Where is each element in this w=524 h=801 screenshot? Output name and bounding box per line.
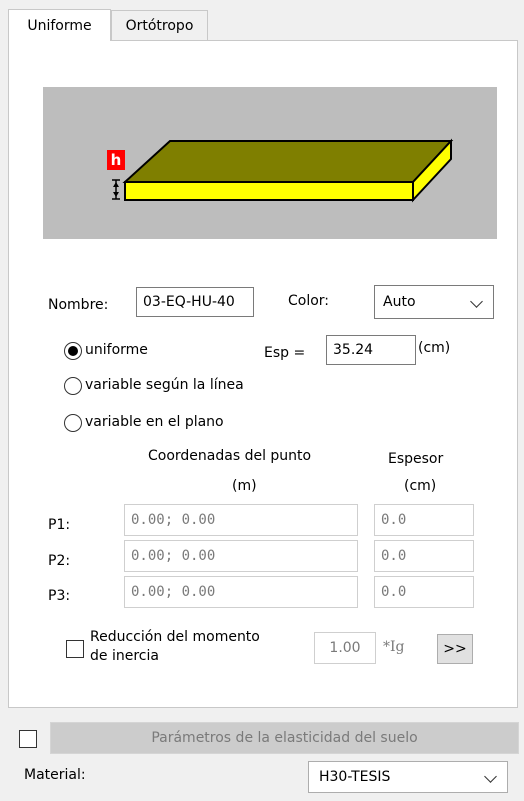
slab-preview: h bbox=[43, 87, 497, 239]
point-thickness-input[interactable]: 0.0 bbox=[374, 576, 474, 608]
esp-input[interactable]: 35.24 bbox=[326, 335, 416, 365]
radio-variable-plano-label[interactable]: variable en el plano bbox=[85, 414, 224, 430]
reduccion-checkbox[interactable] bbox=[66, 640, 84, 658]
chevron-down-icon bbox=[470, 295, 483, 308]
point-coord-input[interactable]: 0.00; 0.00 bbox=[124, 504, 358, 536]
chevron-down-icon bbox=[484, 770, 497, 783]
radio-variable-linea-label[interactable]: variable según la línea bbox=[85, 377, 244, 393]
material-select-value: H30-TESIS bbox=[319, 769, 391, 785]
suelo-checkbox[interactable] bbox=[19, 730, 37, 748]
color-label: Color: bbox=[288, 293, 330, 309]
thickness-unit-header: (cm) bbox=[404, 478, 437, 494]
thickness-h-label: h bbox=[107, 150, 125, 170]
point-coord-input[interactable]: 0.00; 0.00 bbox=[124, 576, 358, 608]
reduccion-value-input[interactable]: 1.00 bbox=[314, 632, 376, 664]
color-select[interactable]: Auto bbox=[374, 285, 494, 319]
point-thickness-input[interactable]: 0.0 bbox=[374, 540, 474, 572]
reduccion-unit: *Ig bbox=[383, 639, 405, 655]
radio-uniforme-label[interactable]: uniforme bbox=[85, 342, 148, 358]
reduccion-label-line1: Reducción del momento bbox=[90, 629, 260, 645]
reduccion-more-button[interactable]: >> bbox=[437, 634, 473, 664]
point-label: P2: bbox=[48, 553, 71, 569]
coord-header: Coordenadas del punto bbox=[148, 448, 312, 464]
nombre-input[interactable]: 03-EQ-HU-40 bbox=[136, 287, 254, 317]
point-coord-input[interactable]: 0.00; 0.00 bbox=[124, 540, 358, 572]
suelo-parameters-button[interactable]: Parámetros de la elasticidad del suelo bbox=[50, 722, 519, 754]
slab-front-edge bbox=[124, 181, 414, 201]
point-thickness-input[interactable]: 0.0 bbox=[374, 504, 474, 536]
thickness-header: Espesor bbox=[388, 451, 444, 467]
reduccion-label[interactable]: Reducción del momento de inercia bbox=[90, 628, 260, 666]
material-label: Material: bbox=[24, 767, 86, 783]
tab-ortotropo[interactable]: Ortótropo bbox=[111, 10, 208, 40]
slab-top-face bbox=[122, 140, 454, 183]
nombre-label: Nombre: bbox=[48, 297, 109, 313]
radio-variable-linea[interactable] bbox=[64, 377, 82, 395]
reduccion-label-line2: de inercia bbox=[90, 648, 159, 664]
coord-unit-header: (m) bbox=[232, 478, 257, 494]
radio-variable-plano[interactable] bbox=[64, 414, 82, 432]
esp-label: Esp = bbox=[264, 345, 306, 361]
point-label: P3: bbox=[48, 588, 71, 604]
esp-unit: (cm) bbox=[418, 340, 451, 356]
radio-uniforme[interactable] bbox=[64, 342, 82, 360]
material-select[interactable]: H30-TESIS bbox=[308, 761, 508, 793]
color-select-value: Auto bbox=[383, 294, 416, 310]
tab-ortotropo-label: Ortótropo bbox=[125, 17, 194, 34]
point-label: P1: bbox=[48, 517, 71, 533]
tab-uniforme[interactable]: Uniforme bbox=[8, 9, 111, 41]
tab-uniforme-label: Uniforme bbox=[27, 17, 92, 34]
